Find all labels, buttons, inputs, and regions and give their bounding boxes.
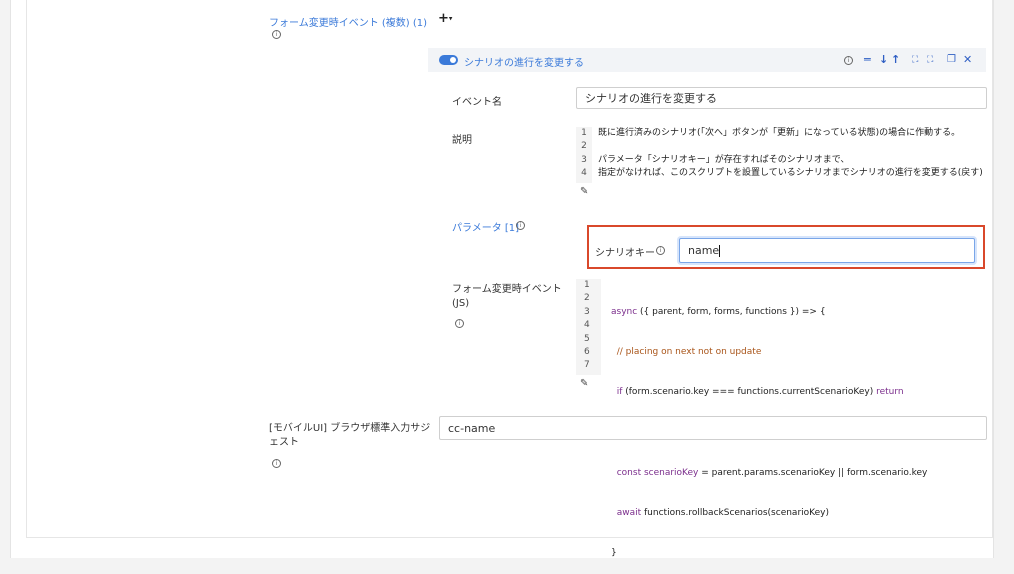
info-icon[interactable] bbox=[516, 221, 525, 230]
event-header-title[interactable]: シナリオの進行を変更する bbox=[464, 54, 584, 69]
copy-icon[interactable]: ❐ bbox=[947, 53, 956, 67]
code-line: await functions.rollbackScenarios(scenar… bbox=[611, 507, 829, 518]
description-gutter: 1 2 3 4 bbox=[576, 127, 592, 183]
caret-down-icon: ▾ bbox=[448, 14, 453, 23]
enabled-toggle[interactable] bbox=[439, 55, 458, 65]
code-line: async ({ parent, form, forms, functions … bbox=[611, 306, 826, 317]
scenario-key-value: name bbox=[688, 244, 720, 257]
parameters-label[interactable]: パラメータ [1] bbox=[452, 219, 519, 234]
scenario-key-label: シナリオキー bbox=[595, 248, 655, 259]
code-line: // placing on next not on update bbox=[611, 347, 762, 358]
mobile-ui-label: [モバイルUI] ブラウザ標準入力サジ ェスト bbox=[269, 423, 431, 448]
code-line: const scenarioKey = parent.params.scenar… bbox=[611, 467, 928, 478]
info-icon[interactable] bbox=[455, 319, 464, 328]
edit-description-icon[interactable]: ✎ bbox=[580, 186, 588, 197]
collapse-icon[interactable]: ⛶ bbox=[912, 53, 918, 67]
info-icon[interactable] bbox=[272, 459, 281, 468]
add-label: + bbox=[438, 11, 449, 26]
code-line: } bbox=[611, 548, 617, 559]
info-icon[interactable] bbox=[844, 56, 853, 65]
move-down-icon[interactable]: ↓ bbox=[879, 53, 888, 67]
add-event-button[interactable]: +▾ bbox=[438, 11, 452, 26]
info-icon[interactable] bbox=[272, 30, 281, 39]
close-icon[interactable]: ✕ bbox=[963, 53, 972, 67]
expand-icon[interactable]: ⛶ bbox=[927, 53, 933, 67]
event-name-input[interactable]: シナリオの進行を変更する bbox=[576, 87, 987, 109]
js-event-label: フォーム変更時イベント (JS) bbox=[452, 284, 562, 309]
mobile-autocomplete-input[interactable]: cc-name bbox=[439, 416, 987, 440]
code-line: if (form.scenario.key === functions.curr… bbox=[611, 387, 904, 398]
code-gutter: 1 2 3 4 5 6 7 bbox=[576, 279, 601, 375]
info-icon[interactable] bbox=[656, 246, 665, 255]
text-cursor bbox=[719, 245, 721, 257]
edit-code-icon[interactable]: ✎ bbox=[580, 378, 588, 389]
description-editor[interactable]: 既に進行済みのシナリオ(「次へ」ボタンが「更新」になっている状態)の場合に作動す… bbox=[598, 127, 988, 181]
form-change-events-label[interactable]: フォーム変更時イベント (複数) (1) bbox=[269, 14, 427, 29]
event-header[interactable]: シナリオの進行を変更する ═ ↓ ↑ ⛶ ⛶ ❐ ✕ bbox=[428, 48, 986, 72]
event-name-label: イベント名 bbox=[452, 97, 502, 108]
scenario-key-input[interactable]: name bbox=[679, 238, 975, 263]
move-bottom-icon[interactable]: ═ bbox=[864, 53, 871, 67]
move-up-icon[interactable]: ↑ bbox=[891, 53, 900, 67]
description-label: 説明 bbox=[452, 135, 472, 146]
